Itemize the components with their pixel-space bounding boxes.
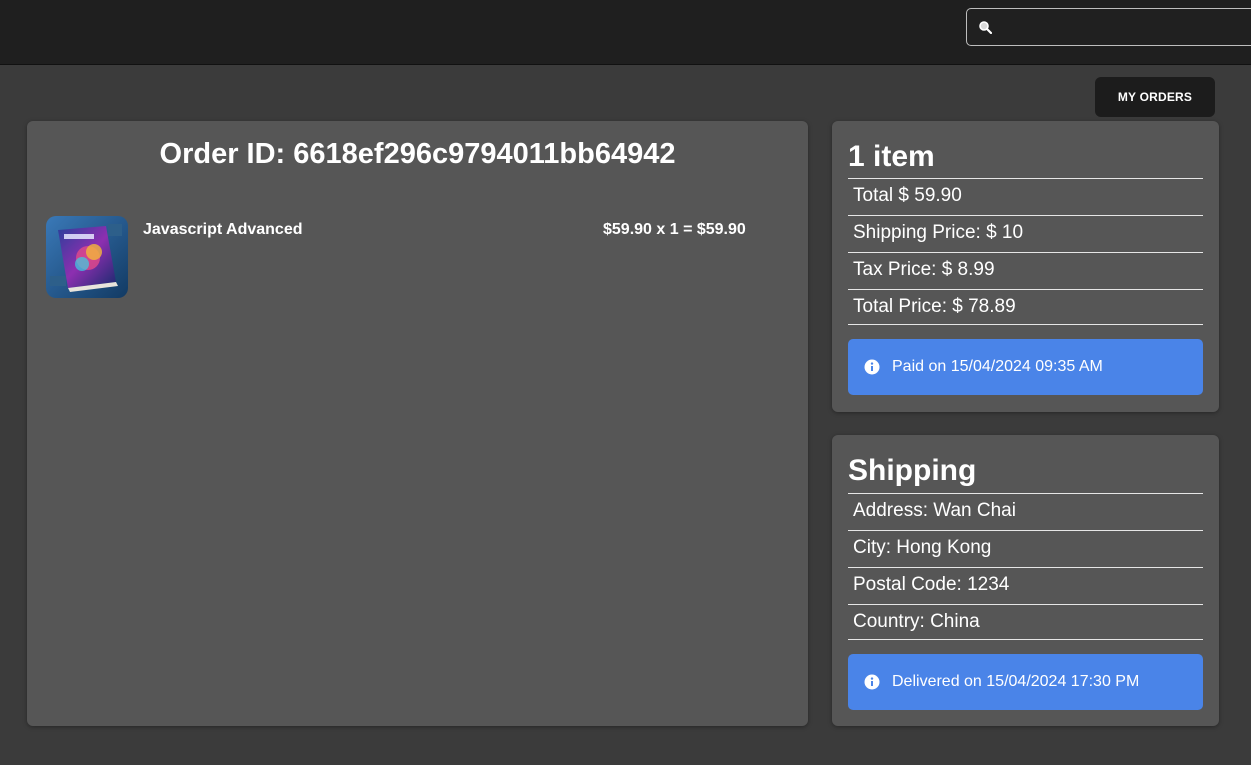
summary-row-label: Total Price: $ 78.89 <box>853 296 1016 317</box>
summary-row-total-price: Total Price: $ 78.89 <box>848 289 1203 325</box>
summary-row-label: Tax Price: $ 8.99 <box>853 259 995 280</box>
top-navbar <box>0 0 1251 65</box>
search-icon <box>979 21 992 34</box>
search-input[interactable] <box>1001 13 1245 43</box>
shipping-row-city: City: Hong Kong <box>848 530 1203 566</box>
shipping-heading: Shipping <box>848 454 977 487</box>
delivered-status-alert: Delivered on 15/04/2024 17:30 PM <box>848 654 1203 710</box>
summary-row-tax: Tax Price: $ 8.99 <box>848 252 1203 288</box>
info-icon <box>864 359 880 375</box>
search-box[interactable] <box>966 8 1251 46</box>
shipping-row-label: City: Hong Kong <box>853 537 992 558</box>
shipping-row-postal-code: Postal Code: 1234 <box>848 567 1203 603</box>
info-icon <box>864 674 880 690</box>
shipping-row-label: Address: Wan Chai <box>853 500 1016 521</box>
my-orders-button[interactable]: MY ORDERS <box>1095 77 1215 117</box>
page-title: Order ID: 6618ef296c9794011bb64942 <box>159 138 676 170</box>
shipping-row-address: Address: Wan Chai <box>848 493 1203 529</box>
paid-status-text: Paid on 15/04/2024 09:35 AM <box>892 358 1103 375</box>
shipping-row-label: Country: China <box>853 611 980 632</box>
shipping-row-country: Country: China <box>848 604 1203 640</box>
summary-heading: 1 item <box>848 140 935 173</box>
summary-row-label: Shipping Price: $ 10 <box>853 222 1024 243</box>
product-image[interactable] <box>46 216 128 298</box>
book-cover-image <box>46 216 128 298</box>
delivered-status-text: Delivered on 15/04/2024 17:30 PM <box>892 673 1140 690</box>
product-price-line: $59.90 x 1 = $59.90 <box>603 221 746 238</box>
product-name-link[interactable]: Javascript Advanced <box>143 221 302 239</box>
paid-status-alert: Paid on 15/04/2024 09:35 AM <box>848 339 1203 395</box>
summary-row-total: Total $ 59.90 <box>848 178 1203 214</box>
summary-row-label: Total $ 59.90 <box>853 185 962 206</box>
shipping-row-label: Postal Code: 1234 <box>853 574 1010 595</box>
summary-row-shipping: Shipping Price: $ 10 <box>848 215 1203 251</box>
order-details-card <box>27 121 808 726</box>
